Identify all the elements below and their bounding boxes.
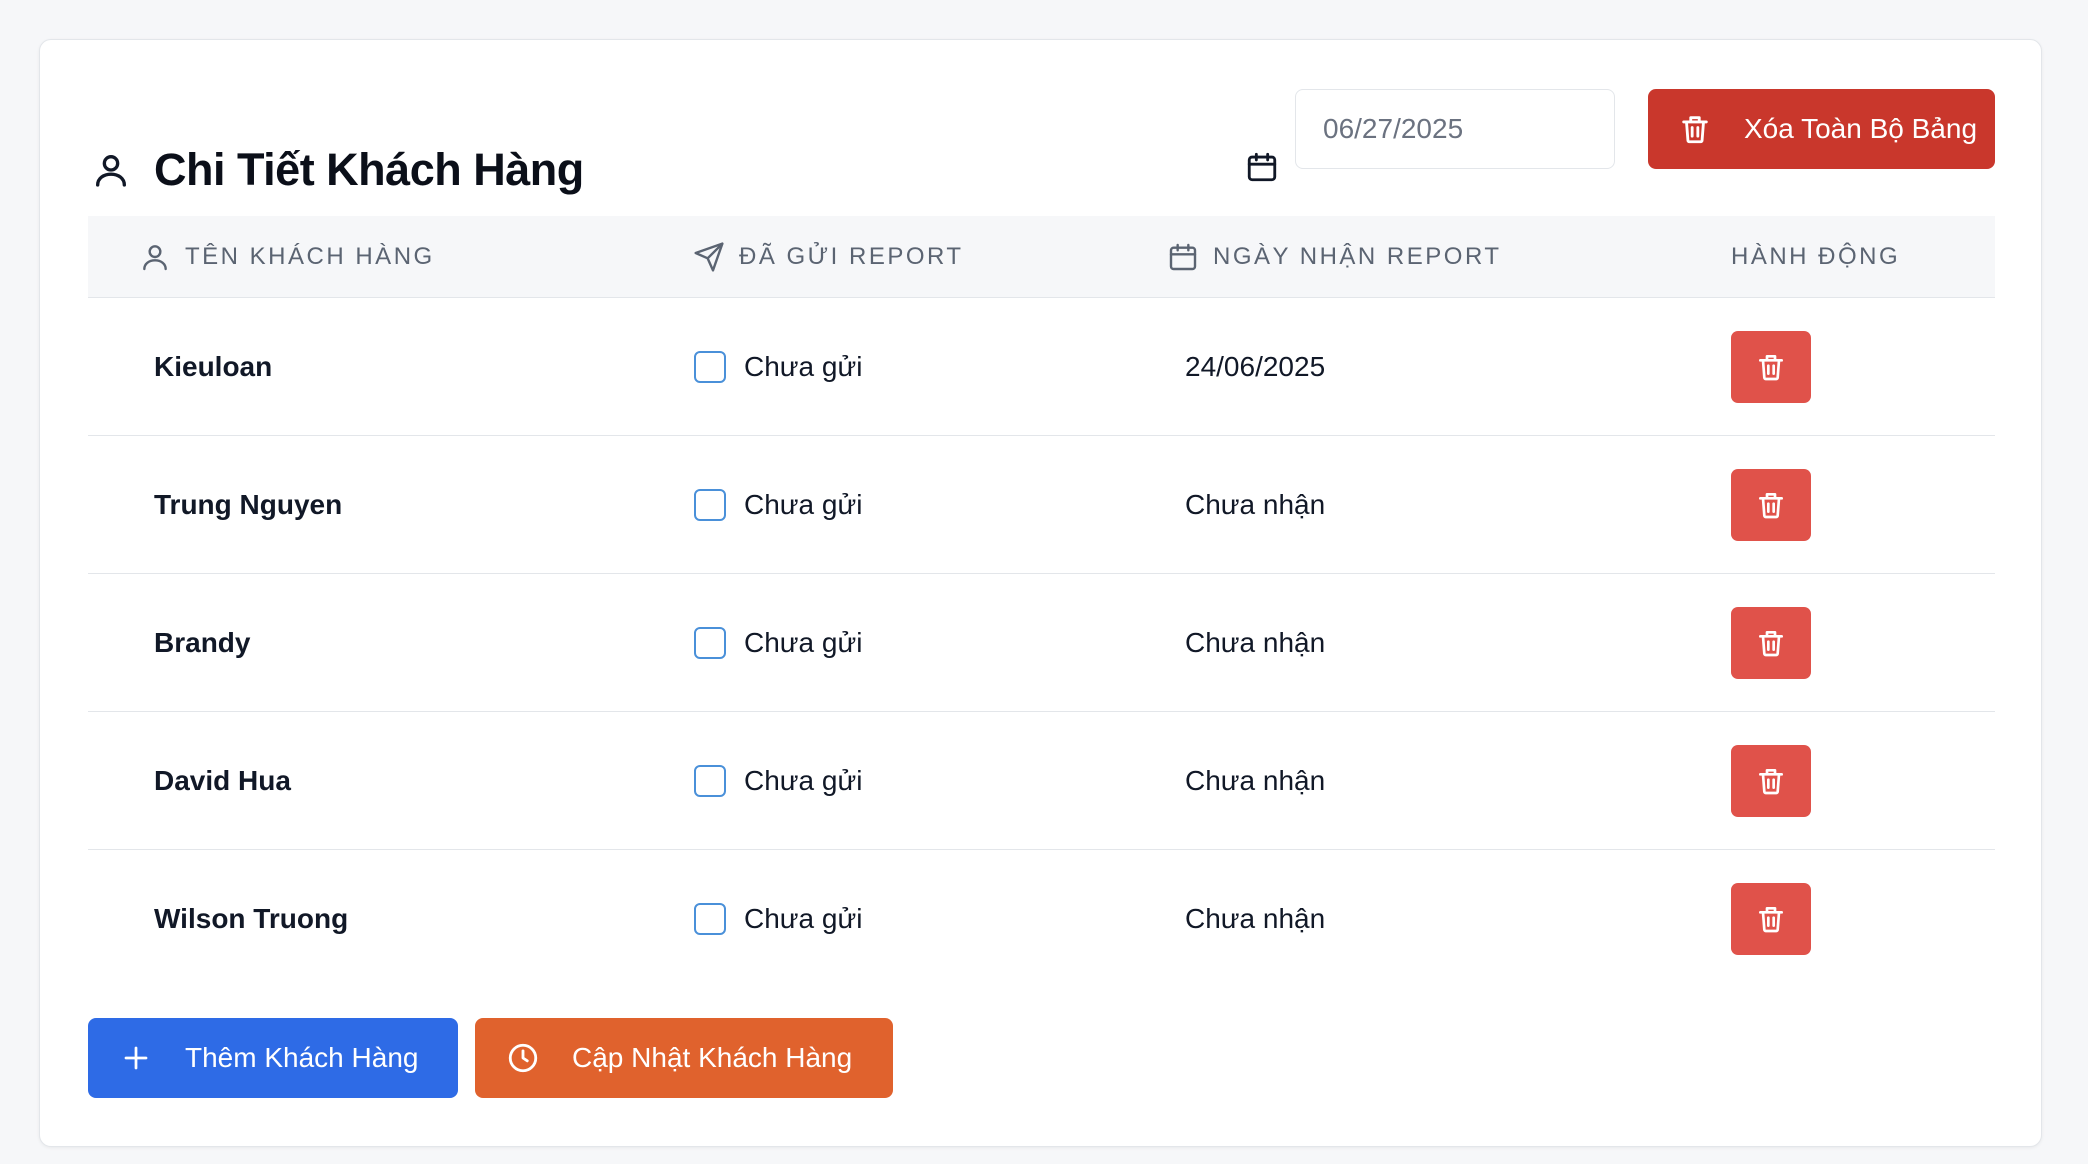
sent-label: Chưa gửi — [744, 765, 863, 796]
sent-checkbox[interactable] — [694, 351, 726, 383]
delete-row-button[interactable] — [1731, 745, 1811, 817]
customer-name: David Hua — [154, 765, 291, 796]
trash-icon — [1755, 627, 1787, 659]
update-customer-button[interactable]: Cập Nhật Khách Hàng — [475, 1018, 893, 1098]
sent-checkbox[interactable] — [694, 765, 726, 797]
received-date: Chưa nhận — [1185, 489, 1326, 520]
page-header: Chi Tiết Khách Hàng — [91, 108, 584, 232]
customer-name: Kieuloan — [154, 351, 273, 382]
customer-detail-card: Chi Tiết Khách Hàng Xóa Toàn Bộ Bảng — [39, 39, 2042, 1147]
page-title: Chi Tiết Khách Hàng — [154, 144, 584, 195]
trash-icon — [1755, 351, 1787, 383]
add-customer-label: Thêm Khách Hàng — [185, 1042, 419, 1073]
calendar-icon — [1245, 150, 1279, 184]
trash-icon — [1755, 903, 1787, 935]
sent-label: Chưa gửi — [744, 351, 863, 382]
calendar-icon — [1167, 241, 1199, 273]
table-row: David Hua Chưa gửi Chưa nhận — [88, 712, 1995, 850]
column-label: TÊN KHÁCH HÀNG — [185, 243, 435, 270]
clock-icon — [506, 1041, 540, 1075]
received-date: 24/06/2025 — [1185, 351, 1326, 382]
customer-name: Trung Nguyen — [154, 489, 343, 520]
customer-table: TÊN KHÁCH HÀNG ĐÃ GỬI REPORT NGÀY NHẬN R… — [88, 216, 1995, 988]
column-label: NGÀY NHẬN REPORT — [1213, 243, 1502, 270]
delete-row-button[interactable] — [1731, 883, 1811, 955]
received-date: Chưa nhận — [1185, 627, 1326, 658]
table-row: Brandy Chưa gửi Chưa nhận — [88, 574, 1995, 712]
column-header-name: TÊN KHÁCH HÀNG — [139, 216, 435, 298]
user-icon — [139, 241, 171, 273]
sent-label: Chưa gửi — [744, 489, 863, 520]
trash-icon — [1755, 765, 1787, 797]
column-label: HÀNH ĐỘNG — [1731, 243, 1901, 270]
sent-label: Chưa gửi — [744, 903, 863, 934]
sent-checkbox[interactable] — [694, 903, 726, 935]
sent-label: Chưa gửi — [744, 627, 863, 658]
send-icon — [693, 241, 725, 273]
clear-table-label: Xóa Toàn Bộ Bảng — [1744, 113, 1978, 144]
sent-status: Chưa gửi — [694, 436, 862, 574]
plus-icon — [121, 1043, 151, 1073]
sent-status: Chưa gửi — [694, 712, 862, 850]
sent-checkbox[interactable] — [694, 627, 726, 659]
sent-status: Chưa gửi — [694, 298, 862, 436]
column-header-sent: ĐÃ GỬI REPORT — [693, 216, 964, 298]
sent-checkbox[interactable] — [694, 489, 726, 521]
user-icon — [91, 150, 131, 190]
delete-row-button[interactable] — [1731, 469, 1811, 541]
column-header-actions: HÀNH ĐỘNG — [1731, 216, 1900, 298]
received-date: Chưa nhận — [1185, 903, 1326, 934]
sent-status: Chưa gửi — [694, 850, 862, 988]
update-customer-label: Cập Nhật Khách Hàng — [572, 1042, 853, 1073]
column-header-received-date: NGÀY NHẬN REPORT — [1167, 216, 1502, 298]
trash-icon — [1678, 112, 1712, 146]
received-date: Chưa nhận — [1185, 765, 1326, 796]
table-row: Trung Nguyen Chưa gửi Chưa nhận — [88, 436, 1995, 574]
sent-status: Chưa gửi — [694, 574, 862, 712]
date-input[interactable] — [1295, 89, 1615, 169]
clear-table-button[interactable]: Xóa Toàn Bộ Bảng — [1648, 89, 1995, 169]
table-row: Kieuloan Chưa gửi 24/06/2025 — [88, 298, 1995, 436]
table-body: Kieuloan Chưa gửi 24/06/2025 Trung Nguye… — [88, 298, 1995, 988]
customer-name: Wilson Truong — [154, 903, 349, 934]
column-label: ĐÃ GỬI REPORT — [739, 243, 964, 270]
table-row: Wilson Truong Chưa gửi Chưa nhận — [88, 850, 1995, 988]
delete-row-button[interactable] — [1731, 607, 1811, 679]
table-header: TÊN KHÁCH HÀNG ĐÃ GỬI REPORT NGÀY NHẬN R… — [88, 216, 1995, 298]
customer-name: Brandy — [154, 627, 251, 658]
delete-row-button[interactable] — [1731, 331, 1811, 403]
trash-icon — [1755, 489, 1787, 521]
add-customer-button[interactable]: Thêm Khách Hàng — [88, 1018, 458, 1098]
